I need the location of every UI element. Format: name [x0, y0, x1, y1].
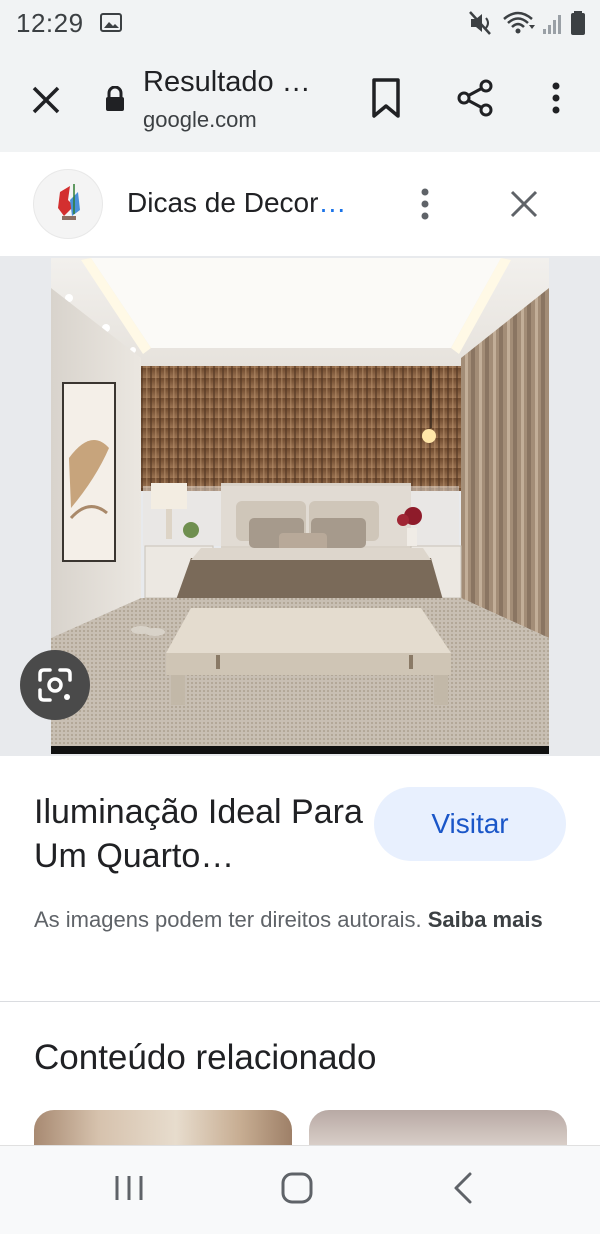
share-icon[interactable] [455, 78, 495, 118]
image-title[interactable]: Iluminação Ideal Para Um Quarto… [34, 790, 364, 878]
recent-apps-icon[interactable] [112, 1172, 146, 1204]
status-time: 12:29 [16, 8, 84, 38]
google-lens-button[interactable] [20, 650, 90, 720]
visit-button[interactable]: Visitar [374, 787, 566, 861]
page-title[interactable]: Resultado … [143, 66, 311, 99]
copyright-text: As imagens podem ter direitos autorais. [34, 907, 428, 932]
bookmark-icon[interactable] [368, 77, 404, 119]
gallery-notification-icon [100, 13, 122, 32]
related-content-heading: Conteúdo relacionado [34, 1038, 377, 1077]
bedroom-image[interactable] [51, 258, 549, 754]
signal-icon [543, 15, 561, 34]
mute-icon [469, 11, 491, 35]
lock-icon[interactable] [103, 86, 127, 112]
section-divider [0, 1001, 600, 1002]
page-url[interactable]: google.com [143, 107, 257, 133]
source-logo[interactable] [34, 170, 102, 238]
source-logo-icon [58, 184, 80, 220]
home-icon[interactable] [279, 1170, 315, 1206]
more-options-icon[interactable] [540, 78, 572, 118]
wifi-icon [503, 11, 535, 34]
lens-icon [38, 668, 72, 702]
close-preview-icon[interactable] [504, 184, 544, 224]
copyright-notice: As imagens podem ter direitos autorais. … [34, 903, 564, 937]
source-more-icon[interactable] [410, 184, 440, 224]
browser-toolbar [0, 48, 600, 153]
close-tab-icon[interactable] [26, 80, 66, 120]
status-icons [468, 10, 586, 36]
battery-icon [571, 11, 585, 35]
source-name-ellipsis: … [318, 187, 347, 218]
source-name[interactable]: Dicas de Decor… [127, 187, 346, 219]
learn-more-link[interactable]: Saiba mais [428, 907, 543, 932]
back-icon[interactable] [448, 1170, 480, 1206]
